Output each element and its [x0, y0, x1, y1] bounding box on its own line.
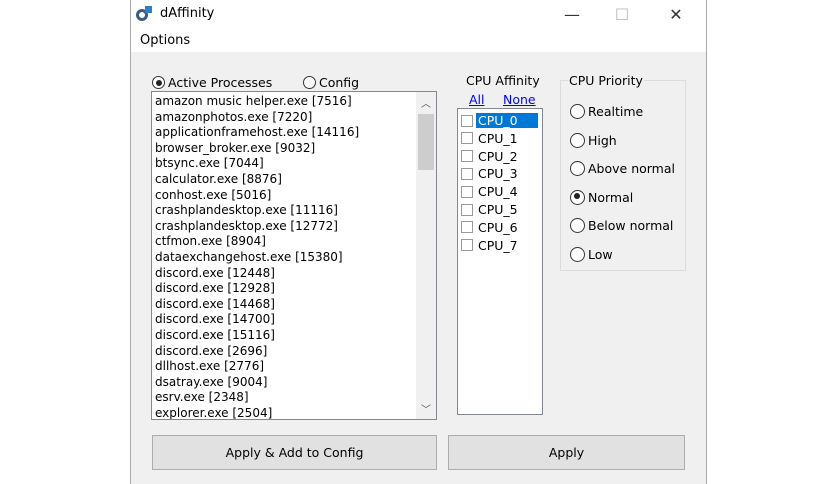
priority-label: Below normal [588, 218, 674, 234]
priority-radio[interactable]: Low [570, 247, 613, 262]
cpu-list[interactable]: CPU_0 CPU_1 CPU_2 CPU_3 CPU_4 CPU_5 CPU_6 CPU_7 [457, 108, 543, 415]
radio-unchecked-icon [303, 76, 316, 89]
cpu-label: CPU_5 [478, 202, 518, 217]
priority-label: Low [588, 247, 613, 262]
close-button[interactable]: ✕ [653, 2, 699, 28]
radio-icon [570, 161, 585, 177]
menu-bar: Options [131, 30, 706, 52]
radio-icon [570, 218, 585, 234]
minimize-button[interactable]: — [549, 2, 595, 28]
cpu-item[interactable]: CPU_0 [461, 113, 538, 128]
process-item[interactable]: discord.exe [14468] [155, 297, 275, 311]
process-item[interactable]: discord.exe [14700] [155, 312, 275, 326]
radio-icon [570, 247, 585, 262]
process-item[interactable]: btsync.exe [7044] [155, 156, 264, 170]
scroll-up-icon[interactable]: ︿ [416, 95, 436, 110]
priority-label: High [588, 132, 617, 148]
process-item[interactable]: crashplandesktop.exe [12772] [155, 219, 338, 233]
apply-add-config-button[interactable]: Apply & Add to Config [152, 435, 437, 470]
menu-options[interactable]: Options [140, 33, 190, 48]
cpu-item[interactable]: CPU_4 [461, 184, 520, 199]
process-item[interactable]: discord.exe [12928] [155, 281, 275, 295]
checkbox[interactable] [461, 114, 473, 127]
cpu-item[interactable]: CPU_1 [461, 131, 520, 146]
radio-icon [570, 104, 585, 119]
cpu-label: CPU_2 [478, 148, 518, 164]
checkbox[interactable] [461, 132, 473, 145]
checkbox[interactable] [461, 239, 473, 252]
cpu-priority-label: CPU Priority [568, 73, 644, 88]
checkbox[interactable] [461, 185, 473, 198]
process-item[interactable]: conhost.exe [5016] [155, 188, 271, 202]
checkbox[interactable] [461, 167, 473, 180]
process-item[interactable]: ctfmon.exe [8904] [155, 234, 266, 248]
process-item[interactable]: dataexchangehost.exe [15380] [155, 250, 343, 264]
cpu-label: CPU_6 [478, 219, 518, 235]
cpu-label: CPU_7 [478, 237, 518, 253]
radio-checked-icon [152, 76, 165, 89]
apply-button[interactable]: Apply [448, 435, 685, 470]
radio-icon [570, 189, 585, 205]
scrollbar[interactable]: ︿ ﹀ [416, 92, 436, 419]
app-window: dAffinity — ☐ ✕ Options Active Processes… [130, 0, 707, 484]
title-bar: dAffinity — ☐ ✕ [131, 0, 706, 30]
app-icon [136, 6, 152, 21]
process-item[interactable]: discord.exe [15116] [155, 328, 275, 342]
priority-radio[interactable]: High [570, 132, 617, 148]
radio-active-processes[interactable]: Active Processes [152, 75, 272, 90]
scroll-down-icon[interactable]: ﹀ [416, 401, 436, 416]
process-item[interactable]: explorer.exe [2504] [155, 406, 272, 419]
maximize-button[interactable]: ☐ [599, 2, 645, 28]
process-list[interactable]: ︿ ﹀ amazon music helper.exe [7516] amazon… [151, 91, 437, 420]
priority-radio[interactable]: Realtime [570, 104, 643, 119]
priority-radio[interactable]: Normal [570, 189, 634, 205]
cpu-item[interactable]: CPU_6 [461, 220, 520, 235]
priority-radio[interactable]: Above normal [570, 161, 675, 177]
process-item[interactable]: amazonphotos.exe [7220] [155, 110, 312, 124]
radio-icon [570, 132, 585, 148]
process-item[interactable]: dsatray.exe [9004] [155, 375, 267, 389]
process-item[interactable]: dllhost.exe [2776] [155, 359, 264, 373]
cpu-item[interactable]: CPU_5 [461, 202, 520, 217]
radio-label: Config [319, 75, 360, 90]
checkbox[interactable] [461, 150, 473, 163]
cpu-label: CPU_0 [476, 113, 538, 128]
radio-config[interactable]: Config [303, 75, 359, 90]
process-item[interactable]: calculator.exe [8876] [155, 172, 282, 186]
priority-label: Above normal [588, 161, 675, 177]
process-item[interactable]: applicationframehost.exe [14116] [155, 125, 359, 139]
process-item[interactable]: discord.exe [12448] [155, 266, 275, 280]
process-item[interactable]: amazon music helper.exe [7516] [155, 94, 352, 108]
process-item[interactable]: esrv.exe [2348] [155, 390, 249, 404]
checkbox[interactable] [461, 221, 473, 234]
select-all-link[interactable]: All [469, 92, 485, 107]
cpu-item[interactable]: CPU_2 [461, 149, 520, 164]
process-item[interactable]: browser_broker.exe [9032] [155, 141, 315, 155]
cpu-label: CPU_4 [478, 184, 518, 200]
select-none-link[interactable]: None [503, 92, 536, 107]
cpu-affinity-label: CPU Affinity [465, 73, 541, 88]
priority-label: Realtime [588, 104, 644, 119]
cpu-label: CPU_3 [478, 166, 518, 182]
window-title: dAffinity [160, 6, 215, 21]
checkbox[interactable] [461, 203, 473, 216]
cpu-label: CPU_1 [478, 130, 518, 146]
priority-label: Normal [588, 189, 634, 205]
process-item[interactable]: crashplandesktop.exe [11116] [155, 203, 338, 217]
cpu-item[interactable]: CPU_7 [461, 238, 520, 253]
scroll-thumb[interactable] [418, 114, 434, 170]
radio-label: Active Processes [168, 75, 273, 90]
cpu-item[interactable]: CPU_3 [461, 166, 520, 181]
priority-radio[interactable]: Below normal [570, 218, 674, 234]
process-item[interactable]: discord.exe [2696] [155, 344, 267, 358]
